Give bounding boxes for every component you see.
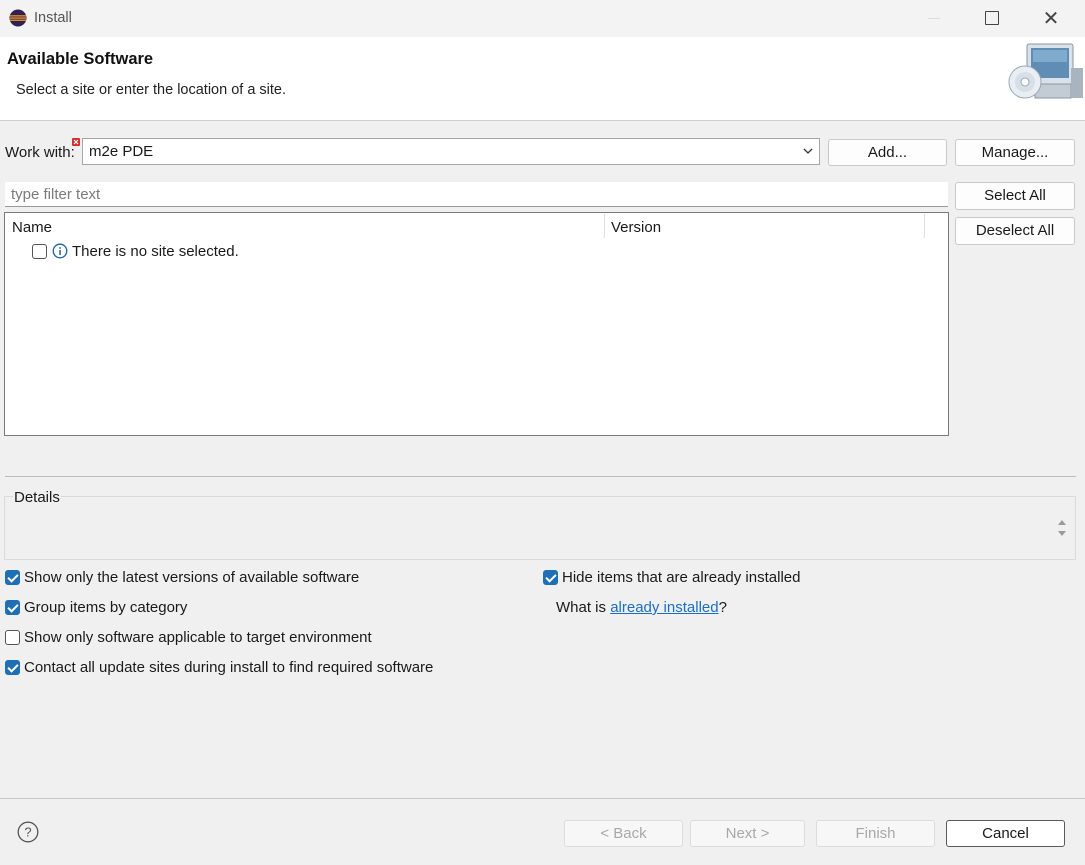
latest-versions-checkbox[interactable]	[5, 570, 20, 585]
column-header-version[interactable]: Version	[611, 219, 661, 236]
contact-update-sites-label: Contact all update sites during install …	[24, 659, 434, 676]
deselect-all-label: Deselect All	[975, 222, 1055, 239]
column-divider[interactable]	[604, 214, 605, 238]
work-with-label: Work with:	[5, 144, 75, 161]
what-is-prefix: What is	[556, 599, 611, 616]
group-by-category-checkbox[interactable]	[5, 600, 20, 615]
page-subtitle: Select a site or enter the location of a…	[16, 82, 287, 98]
help-icon[interactable]: ?	[17, 821, 39, 843]
group-by-category-label: Group items by category	[24, 599, 188, 616]
back-label: < Back	[600, 825, 647, 842]
select-all-label: Select All	[984, 187, 1046, 204]
title-bar: Install ✕	[0, 0, 1085, 37]
manage-sites-button[interactable]: Manage...	[955, 139, 1075, 166]
footer-divider	[0, 798, 1085, 799]
minimize-button[interactable]	[922, 0, 946, 37]
details-scroll-spinner[interactable]	[1056, 517, 1068, 539]
info-icon	[52, 243, 68, 259]
target-environment-label: Show only software applicable to target …	[24, 629, 372, 646]
manage-sites-label: Manage...	[981, 144, 1049, 161]
back-button[interactable]: < Back	[564, 820, 683, 847]
cancel-label: Cancel	[982, 825, 1029, 842]
deselect-all-button[interactable]: Deselect All	[955, 217, 1075, 245]
hide-installed-label: Hide items that are already installed	[562, 569, 801, 586]
section-divider	[5, 476, 1076, 477]
maximize-button[interactable]	[985, 11, 999, 25]
close-button[interactable]: ✕	[1040, 6, 1062, 30]
wizard-banner: Available Software Select a site or ente…	[0, 37, 1085, 121]
hide-installed-checkbox[interactable]	[543, 570, 558, 585]
column-header-name[interactable]: Name	[12, 219, 52, 236]
next-label: Next >	[725, 825, 770, 842]
work-with-value: m2e PDE	[89, 143, 154, 160]
eclipse-app-icon	[9, 9, 27, 27]
svg-text:?: ?	[24, 825, 31, 840]
select-all-button[interactable]: Select All	[955, 182, 1075, 210]
window-title: Install	[34, 10, 72, 26]
chevron-down-icon	[803, 148, 813, 154]
contact-update-sites-checkbox[interactable]	[5, 660, 20, 675]
add-site-button[interactable]: Add...	[828, 139, 947, 166]
already-installed-link[interactable]: already installed	[610, 599, 718, 616]
finish-button[interactable]: Finish	[816, 820, 935, 847]
add-site-label: Add...	[867, 144, 908, 161]
next-button[interactable]: Next >	[690, 820, 805, 847]
work-with-combo[interactable]: m2e PDE	[82, 138, 820, 165]
what-is-installed-text: What is already installed?	[556, 599, 727, 616]
target-environment-checkbox[interactable]	[5, 630, 20, 645]
what-is-suffix: ?	[718, 599, 727, 616]
error-marker-icon	[72, 138, 80, 146]
install-wizard-icon	[1008, 43, 1083, 99]
cancel-button[interactable]: Cancel	[946, 820, 1065, 847]
software-table[interactable]: Name Version There is no site selected.	[4, 212, 949, 436]
filter-input[interactable]	[5, 182, 948, 207]
details-panel	[4, 496, 1076, 560]
column-divider[interactable]	[924, 214, 925, 238]
finish-label: Finish	[855, 825, 896, 842]
page-title: Available Software	[7, 50, 154, 68]
latest-versions-label: Show only the latest versions of availab…	[24, 569, 360, 586]
row-checkbox[interactable]	[32, 244, 47, 259]
row-text: There is no site selected.	[72, 243, 239, 260]
details-label: Details	[13, 489, 61, 506]
